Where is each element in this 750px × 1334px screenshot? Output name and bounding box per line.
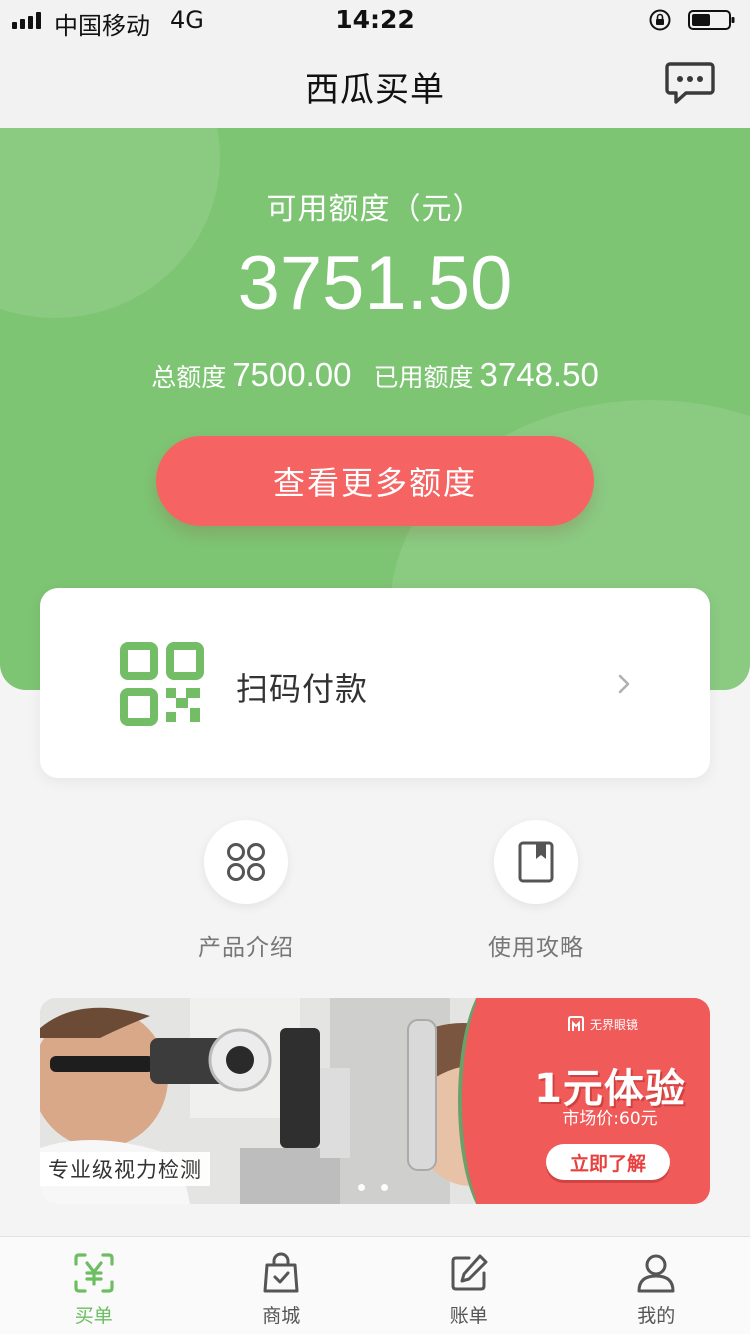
usage-guide-label: 使用攻略 (488, 935, 584, 961)
carousel-dot (381, 1184, 388, 1191)
total-credit-amount: 7500.00 (232, 356, 352, 393)
product-intro-button[interactable]: 产品介绍 (146, 820, 346, 970)
status-bar: 中国移动 4G 14:22 (0, 0, 750, 40)
scan-pay-label: 扫码付款 (236, 670, 369, 708)
tab-bills[interactable]: 账单 (375, 1237, 563, 1334)
brand-logo: 无界眼镜 (566, 1014, 638, 1034)
message-dots-icon[interactable] (664, 60, 716, 108)
yuan-scan-icon (74, 1253, 114, 1293)
used-credit-label: 已用额度 (373, 363, 474, 392)
battery-icon (688, 10, 735, 30)
tab-mall[interactable]: 商城 (188, 1237, 376, 1334)
rotation-lock-icon (649, 9, 671, 31)
tab-me-label: 我的 (637, 1305, 676, 1327)
carousel-indicator (358, 1184, 388, 1191)
product-intro-label: 产品介绍 (198, 935, 294, 961)
carousel-dot (358, 1184, 365, 1191)
brand-logo-icon (568, 1016, 584, 1031)
book-icon (518, 841, 554, 883)
tab-pay[interactable]: 买单 (0, 1237, 188, 1334)
user-icon (637, 1254, 675, 1293)
nav-header: 西瓜买单 (0, 40, 750, 128)
edit-icon (451, 1254, 488, 1291)
tab-bills-label: 账单 (449, 1305, 488, 1327)
brand-name: 无界眼镜 (590, 1017, 639, 1032)
more-credit-button[interactable]: 查看更多额度 (156, 436, 594, 526)
tab-bar: 买单 商城 账单 我的 (0, 1236, 750, 1334)
usage-guide-button[interactable]: 使用攻略 (436, 820, 636, 970)
available-credit-label: 可用额度（元） (266, 192, 484, 227)
chevron-right-icon (618, 674, 630, 694)
total-credit-label: 总额度 (151, 363, 227, 392)
scan-pay-card[interactable]: 扫码付款 (40, 588, 710, 778)
tab-mall-label: 商城 (262, 1305, 301, 1327)
credit-summary: 总额度 7500.00 已用额度 3748.50 (0, 356, 750, 394)
available-credit-amount: 3751.50 (237, 241, 513, 326)
quick-icon-circle (494, 820, 578, 904)
page-title: 西瓜买单 (305, 70, 445, 110)
tab-pay-label: 买单 (74, 1305, 113, 1327)
qr-code-icon (120, 642, 204, 726)
banner-caption: 专业级视力检测 (40, 1152, 210, 1186)
shopping-bag-icon (263, 1252, 299, 1293)
promo-market-price: 市场价:60元 (562, 1109, 658, 1129)
grid-icon (227, 843, 265, 881)
promo-banner[interactable]: 无界眼镜 1元体验 市场价:60元 立即了解 专业级视力检测 (40, 998, 710, 1204)
used-credit-amount: 3748.50 (479, 356, 599, 393)
tab-me[interactable]: 我的 (563, 1237, 750, 1334)
quick-icon-circle (204, 820, 288, 904)
learn-more-button[interactable]: 立即了解 (546, 1144, 670, 1180)
status-time: 14:22 (335, 5, 415, 34)
